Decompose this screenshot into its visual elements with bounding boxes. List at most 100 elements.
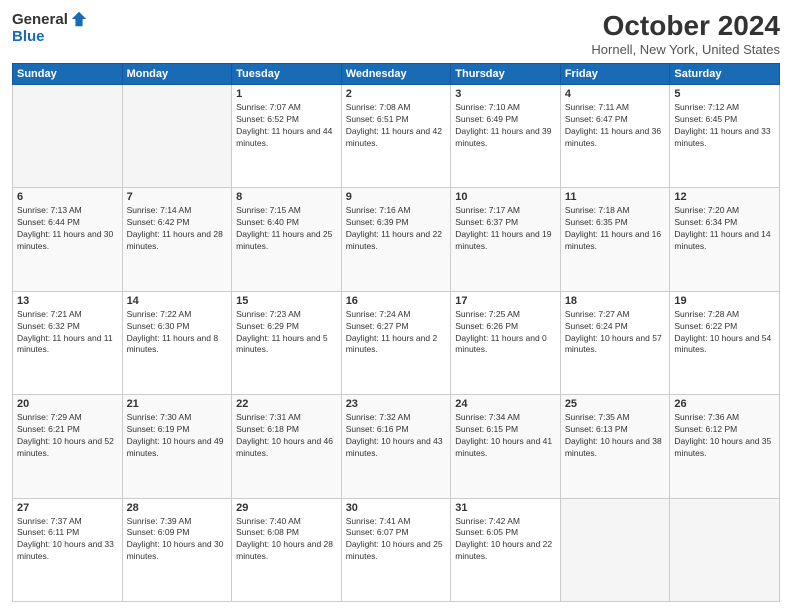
logo: General Blue — [12, 10, 88, 45]
calendar-cell: 18Sunrise: 7:27 AMSunset: 6:24 PMDayligh… — [560, 291, 670, 394]
day-info: Sunrise: 7:28 AMSunset: 6:22 PMDaylight:… — [674, 309, 775, 357]
calendar-cell: 20 Sunrise: 7:29 AMSunset: 6:21 PMDayligh… — [13, 395, 123, 498]
day-info: Sunrise: 7:07 AMSunset: 6:52 PMDaylight:… — [236, 102, 337, 150]
calendar-header-row: SundayMondayTuesdayWednesdayThursdayFrid… — [13, 64, 780, 85]
calendar-cell: 15Sunrise: 7:23 AMSunset: 6:29 PMDayligh… — [232, 291, 342, 394]
calendar-cell: 30Sunrise: 7:41 AMSunset: 6:07 PMDayligh… — [341, 498, 451, 601]
day-info: Sunrise: 7:40 AMSunset: 6:08 PMDaylight:… — [236, 516, 337, 564]
day-info: Sunrise: 7:11 AMSunset: 6:47 PMDaylight:… — [565, 102, 666, 150]
day-info: Sunrise: 7:29 AMSunset: 6:21 PMDaylight:… — [17, 412, 118, 460]
day-number: 22 — [236, 398, 337, 410]
day-number: 12 — [674, 191, 775, 203]
weekday-header: Tuesday — [232, 64, 342, 85]
calendar-cell: 26 Sunrise: 7:36 AMSunset: 6:12 PMDayligh… — [670, 395, 780, 498]
day-number: 23 — [346, 398, 447, 410]
weekday-header: Sunday — [13, 64, 123, 85]
day-number: 17 — [455, 295, 556, 307]
title-area: October 2024 Hornell, New York, United S… — [591, 10, 780, 57]
calendar-cell: 23 Sunrise: 7:32 AMSunset: 6:16 PMDayligh… — [341, 395, 451, 498]
calendar-cell: 2 Sunrise: 7:08 AMSunset: 6:51 PMDaylight… — [341, 85, 451, 188]
day-info: Sunrise: 7:17 AMSunset: 6:37 PMDaylight:… — [455, 205, 556, 253]
page: General Blue October 2024 Hornell, New Y… — [0, 0, 792, 612]
day-number: 14 — [127, 295, 228, 307]
day-info: Sunrise: 7:32 AMSunset: 6:16 PMDaylight:… — [346, 412, 447, 460]
calendar-cell: 5Sunrise: 7:12 AMSunset: 6:45 PMDaylight… — [670, 85, 780, 188]
calendar-cell: 19 Sunrise: 7:28 AMSunset: 6:22 PMDayligh… — [670, 291, 780, 394]
weekday-header: Thursday — [451, 64, 561, 85]
day-info: Sunrise: 7:39 AMSunset: 6:09 PMDaylight:… — [127, 516, 228, 564]
day-number: 25 — [565, 398, 666, 410]
calendar-cell: 27Sunrise: 7:37 AMSunset: 6:11 PMDayligh… — [13, 498, 123, 601]
day-info: Sunrise: 7:22 AMSunset: 6:30 PMDaylight:… — [127, 309, 228, 357]
day-info: Sunrise: 7:15 AMSunset: 6:40 PMDaylight:… — [236, 205, 337, 253]
day-info: Sunrise: 7:36 AMSunset: 6:12 PMDaylight:… — [674, 412, 775, 460]
day-info: Sunrise: 7:35 AMSunset: 6:13 PMDaylight:… — [565, 412, 666, 460]
day-info: Sunrise: 7:08 AMSunset: 6:51 PMDaylight:… — [346, 102, 447, 150]
calendar-week-row: 27Sunrise: 7:37 AMSunset: 6:11 PMDayligh… — [13, 498, 780, 601]
calendar-cell: 16Sunrise: 7:24 AMSunset: 6:27 PMDayligh… — [341, 291, 451, 394]
calendar-cell — [560, 498, 670, 601]
day-info: Sunrise: 7:16 AMSunset: 6:39 PMDaylight:… — [346, 205, 447, 253]
logo-blue-text: Blue — [12, 28, 45, 45]
calendar-cell: 3 Sunrise: 7:10 AMSunset: 6:49 PMDaylight… — [451, 85, 561, 188]
day-number: 29 — [236, 502, 337, 514]
calendar-table: SundayMondayTuesdayWednesdayThursdayFrid… — [12, 63, 780, 602]
calendar-cell: 21 Sunrise: 7:30 AMSunset: 6:19 PMDayligh… — [122, 395, 232, 498]
calendar-week-row: 6Sunrise: 7:13 AMSunset: 6:44 PMDaylight… — [13, 188, 780, 291]
day-number: 28 — [127, 502, 228, 514]
day-info: Sunrise: 7:21 AMSunset: 6:32 PMDaylight:… — [17, 309, 118, 357]
logo-icon — [70, 10, 88, 28]
day-info: Sunrise: 7:42 AMSunset: 6:05 PMDaylight:… — [455, 516, 556, 564]
header: General Blue October 2024 Hornell, New Y… — [12, 10, 780, 57]
weekday-header: Saturday — [670, 64, 780, 85]
calendar-cell: 28 Sunrise: 7:39 AMSunset: 6:09 PMDayligh… — [122, 498, 232, 601]
logo-general-text: General — [12, 11, 68, 28]
day-number: 10 — [455, 191, 556, 203]
weekday-header: Wednesday — [341, 64, 451, 85]
day-number: 26 — [674, 398, 775, 410]
calendar-cell: 31 Sunrise: 7:42 AMSunset: 6:05 PMDayligh… — [451, 498, 561, 601]
calendar-cell: 22Sunrise: 7:31 AMSunset: 6:18 PMDayligh… — [232, 395, 342, 498]
calendar-cell: 14 Sunrise: 7:22 AMSunset: 6:30 PMDayligh… — [122, 291, 232, 394]
day-number: 2 — [346, 88, 447, 100]
calendar-cell: 9 Sunrise: 7:16 AMSunset: 6:39 PMDaylight… — [341, 188, 451, 291]
calendar-cell — [122, 85, 232, 188]
day-number: 5 — [674, 88, 775, 100]
calendar-cell: 7Sunrise: 7:14 AMSunset: 6:42 PMDaylight… — [122, 188, 232, 291]
day-number: 3 — [455, 88, 556, 100]
day-info: Sunrise: 7:34 AMSunset: 6:15 PMDaylight:… — [455, 412, 556, 460]
day-info: Sunrise: 7:27 AMSunset: 6:24 PMDaylight:… — [565, 309, 666, 357]
day-number: 9 — [346, 191, 447, 203]
calendar-cell: 6Sunrise: 7:13 AMSunset: 6:44 PMDaylight… — [13, 188, 123, 291]
calendar-cell — [670, 498, 780, 601]
main-title: October 2024 — [591, 10, 780, 42]
calendar-cell: 4Sunrise: 7:11 AMSunset: 6:47 PMDaylight… — [560, 85, 670, 188]
day-number: 31 — [455, 502, 556, 514]
day-info: Sunrise: 7:25 AMSunset: 6:26 PMDaylight:… — [455, 309, 556, 357]
calendar-cell: 29 Sunrise: 7:40 AMSunset: 6:08 PMDayligh… — [232, 498, 342, 601]
day-number: 27 — [17, 502, 118, 514]
calendar-cell: 1 Sunrise: 7:07 AMSunset: 6:52 PMDaylight… — [232, 85, 342, 188]
day-info: Sunrise: 7:10 AMSunset: 6:49 PMDaylight:… — [455, 102, 556, 150]
day-info: Sunrise: 7:18 AMSunset: 6:35 PMDaylight:… — [565, 205, 666, 253]
calendar-week-row: 13Sunrise: 7:21 AMSunset: 6:32 PMDayligh… — [13, 291, 780, 394]
subtitle: Hornell, New York, United States — [591, 42, 780, 57]
day-number: 30 — [346, 502, 447, 514]
day-number: 21 — [127, 398, 228, 410]
calendar-cell: 10 Sunrise: 7:17 AMSunset: 6:37 PMDayligh… — [451, 188, 561, 291]
calendar-cell: 24 Sunrise: 7:34 AMSunset: 6:15 PMDayligh… — [451, 395, 561, 498]
day-info: Sunrise: 7:20 AMSunset: 6:34 PMDaylight:… — [674, 205, 775, 253]
day-info: Sunrise: 7:14 AMSunset: 6:42 PMDaylight:… — [127, 205, 228, 253]
day-number: 20 — [17, 398, 118, 410]
day-number: 24 — [455, 398, 556, 410]
calendar-week-row: 1 Sunrise: 7:07 AMSunset: 6:52 PMDaylight… — [13, 85, 780, 188]
day-number: 11 — [565, 191, 666, 203]
day-info: Sunrise: 7:24 AMSunset: 6:27 PMDaylight:… — [346, 309, 447, 357]
calendar-week-row: 20 Sunrise: 7:29 AMSunset: 6:21 PMDayligh… — [13, 395, 780, 498]
day-number: 6 — [17, 191, 118, 203]
day-number: 1 — [236, 88, 337, 100]
day-number: 19 — [674, 295, 775, 307]
calendar-cell — [13, 85, 123, 188]
weekday-header: Friday — [560, 64, 670, 85]
day-info: Sunrise: 7:30 AMSunset: 6:19 PMDaylight:… — [127, 412, 228, 460]
